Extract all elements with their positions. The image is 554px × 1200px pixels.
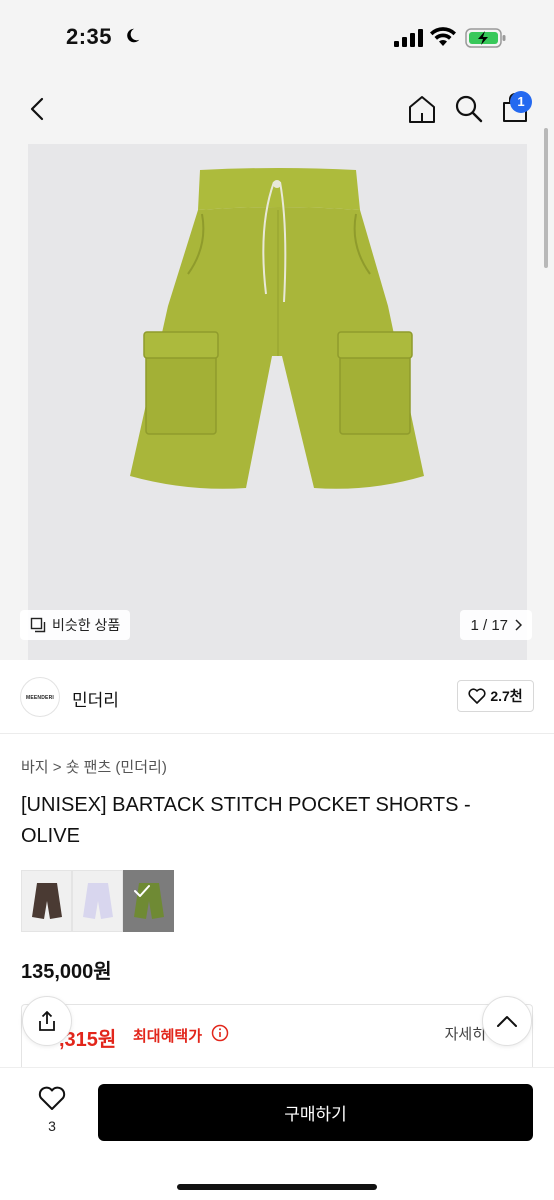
color-options xyxy=(21,870,174,932)
status-time: 2:35 xyxy=(66,24,113,49)
max-benefit-label: 최대혜택가 xyxy=(133,1028,203,1045)
similar-items-icon xyxy=(30,617,46,633)
share-button[interactable] xyxy=(22,996,72,1046)
status-bar: 2:35 xyxy=(0,0,554,78)
similar-products-button[interactable]: 비슷한 상품 xyxy=(20,610,131,640)
color-option-brown[interactable] xyxy=(21,870,72,932)
back-icon[interactable] xyxy=(26,94,50,124)
home-indicator xyxy=(177,1184,377,1190)
battery-charging-icon xyxy=(465,28,506,48)
brand-like-count: 2.7천 xyxy=(490,688,523,704)
signal-icon xyxy=(394,29,423,47)
check-icon xyxy=(134,885,150,897)
info-icon[interactable] xyxy=(211,1024,229,1042)
product-photo[interactable] xyxy=(28,144,527,660)
product-price: 135,000원 xyxy=(21,961,112,983)
similar-products-label: 비슷한 상품 xyxy=(52,617,121,633)
cart-count-badge: 1 xyxy=(510,91,532,113)
page-scrollbar[interactable] xyxy=(544,128,548,268)
product-image-gallery[interactable]: 비슷한 상품 1 / 17 xyxy=(0,144,554,660)
benefit-details-link[interactable]: 자세히 xyxy=(445,1023,486,1044)
product-title: [UNISEX] BARTACK STITCH POCKET SHORTS - … xyxy=(21,794,471,847)
breadcrumb[interactable]: 바지 > 숏 팬츠 (민더리) xyxy=(21,756,167,777)
brand-row: MEENDERI 민더리 2.7천 xyxy=(0,660,554,734)
color-option-olive[interactable] xyxy=(123,870,174,932)
max-benefit-box[interactable]: ,315원 최대혜택가 자세히 xyxy=(21,1004,533,1074)
brown-shorts-thumbnail xyxy=(32,883,62,919)
share-icon xyxy=(39,1011,55,1031)
wifi-icon xyxy=(430,27,456,46)
heart-icon xyxy=(468,688,486,704)
chevron-right-icon xyxy=(515,619,522,631)
heart-icon xyxy=(38,1086,66,1110)
bottom-action-bar: 3 구매하기 xyxy=(0,1067,554,1200)
wishlist-count: 3 xyxy=(48,1118,56,1134)
color-option-lavender[interactable] xyxy=(72,870,123,932)
chevron-up-icon xyxy=(497,1016,517,1027)
buy-button[interactable]: 구매하기 xyxy=(98,1084,533,1141)
scroll-top-button[interactable] xyxy=(482,996,532,1046)
nav-bar xyxy=(0,78,554,144)
image-counter-label: 1 / 17 xyxy=(470,616,508,634)
brand-name[interactable]: 민더리 xyxy=(72,686,119,711)
brand-like-button[interactable]: 2.7천 xyxy=(457,680,534,712)
wishlist-button[interactable]: 3 xyxy=(30,1086,74,1134)
moon-icon xyxy=(127,28,140,43)
shorts-image xyxy=(130,168,424,489)
lavender-shorts-thumbnail xyxy=(83,883,113,919)
brand-logo[interactable]: MEENDERI xyxy=(20,677,60,717)
search-icon[interactable] xyxy=(454,93,484,125)
image-counter[interactable]: 1 / 17 xyxy=(460,610,532,640)
home-icon[interactable] xyxy=(406,93,438,125)
